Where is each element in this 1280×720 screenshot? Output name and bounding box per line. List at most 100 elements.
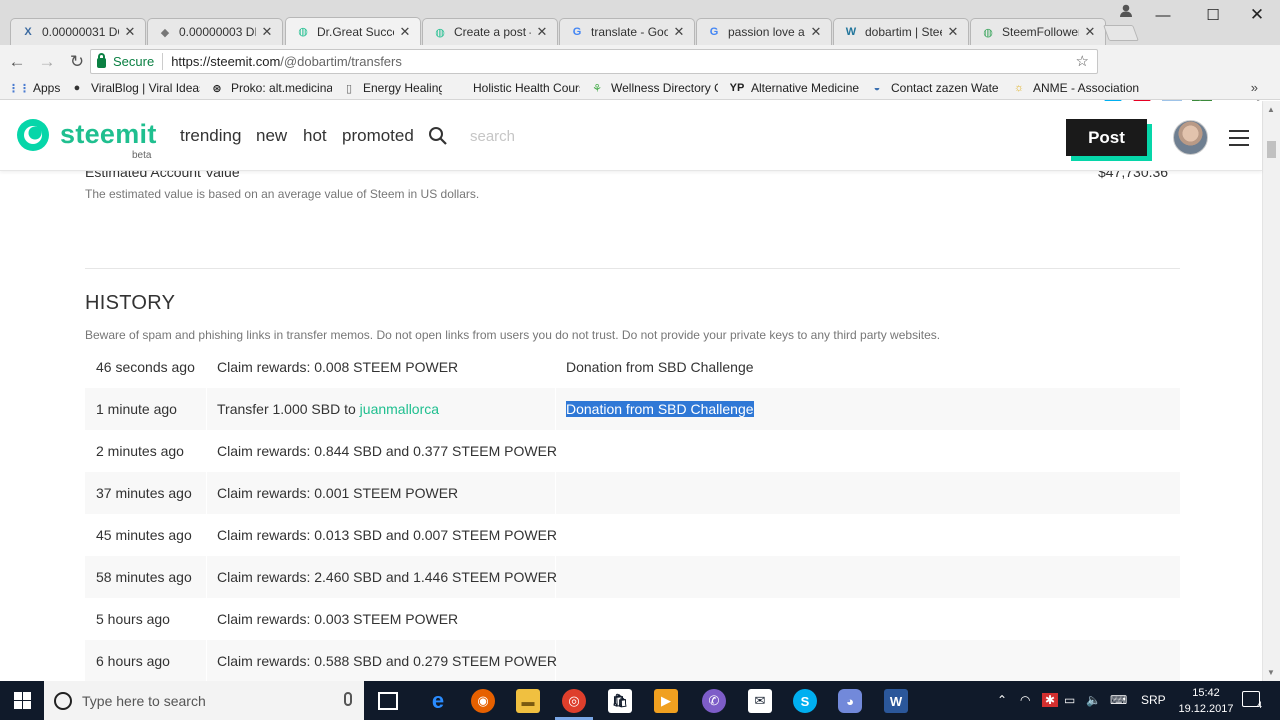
new-tab-button[interactable] [1103,25,1139,41]
tray-overflow-icon[interactable]: ⌃ [997,693,1007,707]
history-time[interactable]: 1 minute ago [85,388,206,430]
scrollbar-thumb[interactable] [1267,141,1276,158]
scroll-down-arrow-icon[interactable]: ▼ [1267,668,1275,677]
bookmark-item[interactable]: ☼ ANME - Association f [1012,81,1142,95]
edge-browser-icon[interactable]: e [426,688,450,713]
bookmark-item[interactable]: ⋮⋮ Apps [12,81,72,95]
recipient-link[interactable]: juanmallorca [360,401,439,417]
history-time[interactable]: 46 seconds ago [85,346,206,388]
history-description: Claim rewards: 0.588 SBD and 0.279 STEEM… [206,640,557,681]
bookmark-label: ANME - Association f [1033,81,1142,95]
nav-promoted[interactable]: promoted [342,126,414,146]
maximize-button[interactable]: ☐ [1190,0,1236,30]
battery-icon[interactable]: ▭ [1064,693,1075,707]
history-memo [556,430,1180,472]
minimize-button[interactable]: — [1140,0,1186,30]
address-bar[interactable]: Secure https://steemit.com/@dobartim/tra… [90,49,1098,74]
antivirus-icon[interactable]: ✱ [1042,693,1059,707]
history-time[interactable]: 6 hours ago [85,640,206,681]
hamburger-menu-icon[interactable] [1229,130,1249,146]
bookmark-item[interactable]: Holistic Health Cours [452,81,580,95]
tab-close-icon[interactable]: ✕ [398,24,412,40]
section-divider [85,268,1180,269]
bookmark-item[interactable]: ◒ Contact zazen Water [870,81,998,95]
firefox-icon[interactable]: ◉ [471,689,495,713]
language-indicator[interactable]: SRP [1141,693,1166,707]
browser-profile-icon[interactable] [1118,2,1134,18]
word-icon[interactable]: W [884,689,908,713]
bookmark-item[interactable]: YP Alternative Medicine [730,81,860,95]
page-scrollbar[interactable]: ▲ ▼ [1262,101,1280,681]
network-icon[interactable]: ◠ [1020,693,1030,707]
bookmark-item[interactable]: ⊛ Proko: alt.medicina [210,81,332,95]
history-time[interactable]: 5 hours ago [85,598,206,640]
back-arrow-icon[interactable]: ← [4,49,30,75]
browser-tab[interactable]: ◍ SteemFollower ✕ [970,18,1106,45]
tab-close-icon[interactable]: ✕ [946,24,960,40]
brand-name[interactable]: steemit [60,119,157,150]
chrome-taskbar-icon[interactable]: ◎ [562,689,586,713]
post-button[interactable]: Post [1066,119,1147,156]
browser-tab[interactable]: ◍ Create a post — ✕ [422,18,558,45]
history-time[interactable]: 58 minutes ago [85,556,206,598]
bookmark-item[interactable]: ⚘ Wellness Directory O [590,81,718,95]
volume-icon[interactable]: 🔈 [1086,693,1101,707]
nav-trending[interactable]: trending [180,126,241,146]
tab-title: 0.00000031 DC [42,25,119,39]
scroll-up-arrow-icon[interactable]: ▲ [1267,105,1275,114]
task-view-icon[interactable] [378,692,398,710]
file-explorer-icon[interactable]: ▬ [516,689,540,713]
tab-close-icon[interactable]: ✕ [123,24,137,40]
browser-tab-strip: X 0.00000031 DC ✕ ◆ 0.00000003 DIM ✕ ◍ Dr.Great… [0,0,1280,45]
history-time[interactable]: 2 minutes ago [85,430,206,472]
browser-tab[interactable]: X 0.00000031 DC ✕ [10,18,146,45]
history-memo [556,598,1180,640]
browser-tab[interactable]: Gpassion love art ✕ [696,18,832,45]
secure-indicator[interactable]: Secure [91,52,164,70]
bookmarks-overflow-icon[interactable]: » [1251,80,1258,95]
avatar[interactable] [1173,120,1208,155]
viber-icon[interactable]: ✆ [702,689,726,713]
browser-tab[interactable]: Gtranslate - Goog ✕ [559,18,695,45]
reload-icon[interactable]: ↻ [64,49,90,75]
history-description-text: Claim rewards: 0.844 SBD and 0.377 STEEM… [217,443,558,459]
windows-start-icon[interactable] [0,681,44,720]
close-window-button[interactable]: ✕ [1234,0,1280,30]
clock-date: 19.12.2017 [1178,703,1234,715]
bookmark-item[interactable]: ▯ Energy Healing [342,81,442,95]
blank-icon [452,81,466,95]
history-memo: Donation from SBD Challenge [556,388,1180,430]
browser-tab[interactable]: ◍ Dr.Great Succes ✕ [285,17,421,45]
tab-close-icon[interactable]: ✕ [535,24,549,40]
lock-icon [97,52,106,68]
tab-close-icon[interactable]: ✕ [1083,24,1097,40]
steemit-logo-icon[interactable] [16,118,50,152]
forward-arrow-icon[interactable]: → [34,49,60,75]
tab-close-icon[interactable]: ✕ [809,24,823,40]
url-text[interactable]: https://steemit.com/@dobartim/transfers [163,54,402,69]
history-time[interactable]: 37 minutes ago [85,472,206,514]
mail-icon[interactable]: ✉ [748,689,772,713]
history-time[interactable]: 45 minutes ago [85,514,206,556]
skype-taskbar-icon[interactable]: S [793,689,817,713]
keyboard-icon[interactable]: ⌨ [1110,693,1127,707]
browser-tab[interactable]: Wdobartim | Stee ✕ [833,18,969,45]
browser-tab[interactable]: ◆ 0.00000003 DIM ✕ [147,18,283,45]
discord-icon[interactable]: ◕ [838,689,862,713]
taskbar-clock[interactable]: 15:42 19.12.2017 [1176,685,1236,717]
bookmark-item[interactable]: ● ViralBlog | Viral Ideas [70,81,200,95]
tab-close-icon[interactable]: ✕ [672,24,686,40]
media-player-icon[interactable]: ▶ [654,689,678,713]
microphone-icon[interactable] [344,692,352,706]
estimated-value-description: The estimated value is based on an avera… [85,187,480,201]
nav-new[interactable]: new [256,126,287,146]
search-icon[interactable] [428,126,448,146]
tab-close-icon[interactable]: ✕ [260,24,274,40]
nav-hot[interactable]: hot [303,126,327,146]
store-icon[interactable]: 🛍 [608,689,632,713]
taskbar-search-box[interactable]: Type here to search [44,681,364,720]
search-input[interactable] [470,125,670,147]
history-description-text: Claim rewards: 0.008 STEEM POWER [217,359,459,375]
bookmark-star-icon[interactable]: ☆ [1076,52,1089,70]
history-memo: Donation from SBD Challenge [556,346,1180,388]
